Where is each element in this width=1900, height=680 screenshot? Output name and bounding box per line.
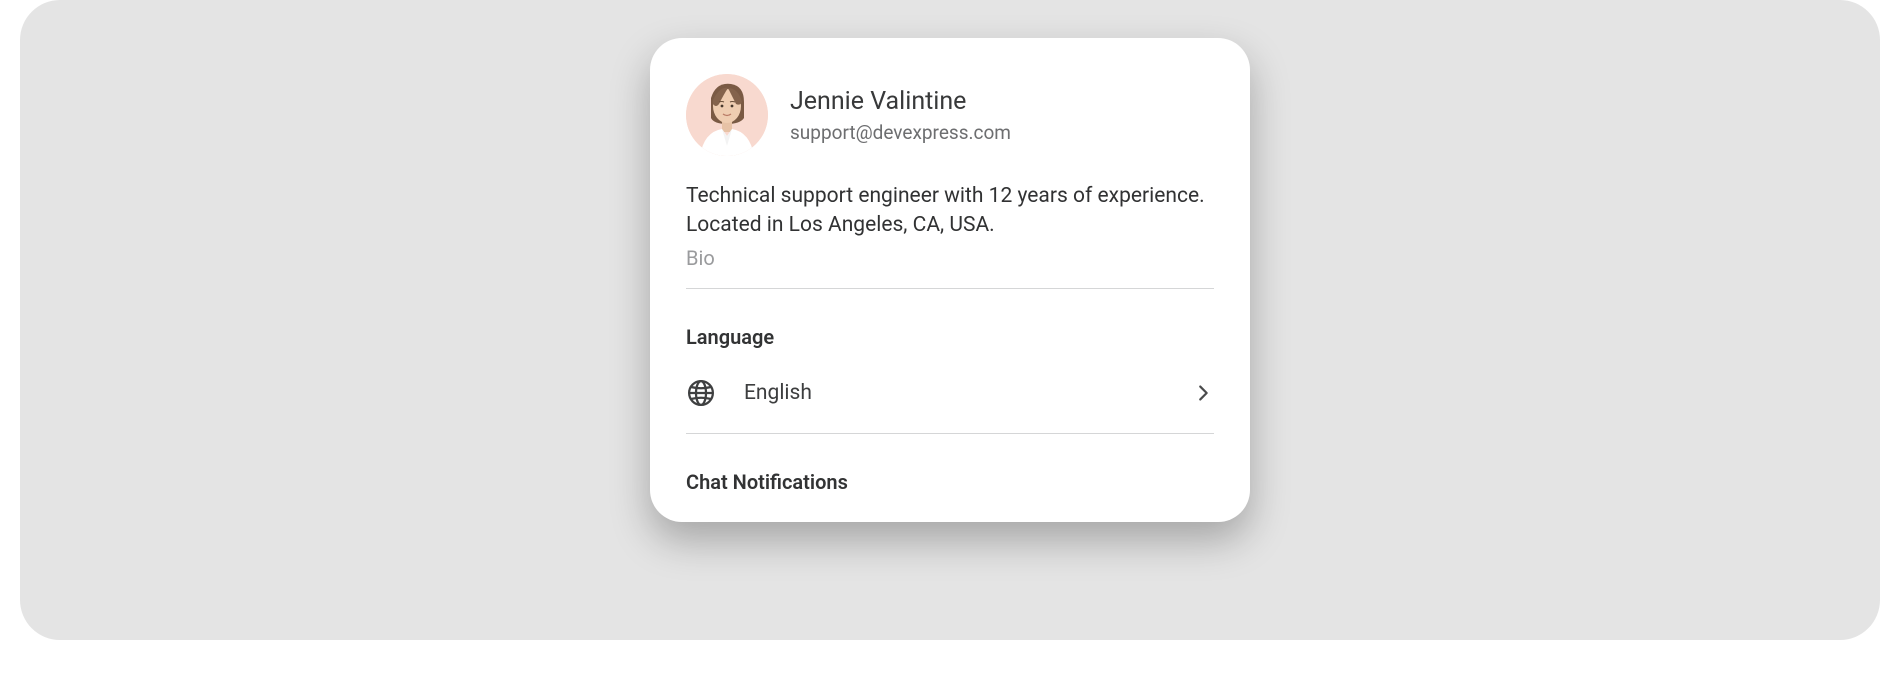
- profile-text-block: Jennie Valintine support@devexpress.com: [790, 86, 1011, 144]
- language-row[interactable]: English: [686, 367, 1214, 419]
- bio-label: Bio: [686, 246, 1214, 270]
- bio-text: Technical support engineer with 12 years…: [686, 182, 1214, 240]
- profile-header: Jennie Valintine support@devexpress.com: [686, 74, 1214, 156]
- chat-notifications-section-header: Chat Notifications: [686, 470, 1214, 494]
- divider: [686, 288, 1214, 289]
- bio-field[interactable]: Technical support engineer with 12 years…: [686, 182, 1214, 270]
- profile-email: support@devexpress.com: [790, 121, 1011, 144]
- page-background: Jennie Valintine support@devexpress.com …: [20, 0, 1880, 640]
- language-section-header: Language: [686, 325, 1214, 349]
- avatar: [686, 74, 768, 156]
- profile-name: Jennie Valintine: [790, 86, 1011, 117]
- divider: [686, 433, 1214, 434]
- globe-icon: [686, 378, 716, 408]
- avatar-image: [686, 74, 768, 156]
- language-value: English: [744, 381, 1192, 405]
- profile-settings-card: Jennie Valintine support@devexpress.com …: [650, 38, 1250, 522]
- chevron-right-icon: [1192, 382, 1214, 404]
